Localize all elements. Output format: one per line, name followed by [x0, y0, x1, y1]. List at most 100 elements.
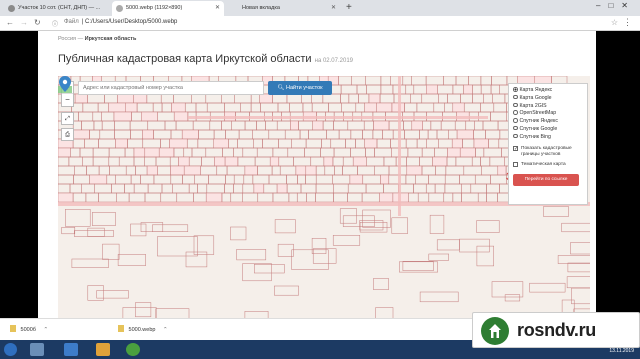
layer-option[interactable]: Спутник Google: [513, 125, 583, 134]
start-button[interactable]: [4, 343, 17, 356]
parcel: [296, 192, 307, 203]
parcel: [473, 129, 486, 140]
layer-option[interactable]: Спутник Яндекс: [513, 118, 583, 126]
thematic-checkbox[interactable]: Тематическая карта: [513, 161, 583, 168]
parcel: [254, 156, 271, 167]
parcel: [130, 223, 147, 237]
parcel: [243, 174, 254, 185]
parcel: [169, 156, 179, 167]
back-icon[interactable]: ←: [6, 18, 14, 27]
parcel: [158, 147, 175, 158]
parcel: [334, 165, 343, 176]
parcel: [197, 138, 215, 149]
layer-option[interactable]: OpenStreetMap: [513, 110, 583, 118]
clock[interactable]: 13.11.2019: [609, 348, 634, 354]
parcel: [101, 111, 115, 122]
parcel: [102, 243, 120, 260]
chevron-down-icon[interactable]: ⌃: [163, 327, 168, 333]
parcel: [221, 120, 232, 131]
parcel: [290, 120, 299, 131]
parcel: [566, 276, 590, 289]
browser-tab-active[interactable]: 5000.webp (1192×890) ✕: [112, 1, 224, 16]
parcel: [310, 156, 325, 167]
parcel: [365, 76, 382, 86]
parcel: [96, 290, 129, 299]
parcel: [113, 111, 132, 122]
page-title-text: Публичная кадастровая карта Иркутской об…: [58, 53, 312, 65]
browser-tab[interactable]: Участок 10 сот. (СНТ, ДНП) — ...: [4, 1, 108, 16]
parcel: [332, 156, 344, 167]
parcel: [543, 206, 569, 217]
parcel: [269, 156, 280, 167]
url-field[interactable]: Файл | C:/Users/User/Desktop/5000.webp: [64, 19, 177, 25]
parcel: [257, 165, 273, 176]
close-tab-icon[interactable]: ✕: [215, 4, 220, 11]
chrome-icon[interactable]: [126, 343, 140, 356]
parcel: [263, 183, 278, 194]
search-input[interactable]: [78, 81, 264, 95]
parcel: [452, 102, 465, 113]
parcel: [388, 120, 404, 131]
parcel: [262, 138, 279, 149]
parcel: [224, 102, 241, 113]
parcel: [416, 102, 435, 113]
parcel: [81, 120, 95, 131]
ie-icon[interactable]: [64, 343, 78, 356]
page-content: Россия — Иркутская область Публичная кад…: [38, 31, 596, 318]
link-button[interactable]: Перейти по ссылке: [513, 173, 579, 186]
close-tab-icon[interactable]: ✕: [331, 4, 336, 11]
road: [188, 116, 488, 119]
parcel: [116, 192, 130, 203]
parcel: [108, 147, 126, 158]
parcel: [461, 192, 479, 203]
parcel: [357, 165, 375, 176]
parcel: [359, 220, 384, 231]
parcel: [426, 183, 436, 194]
reload-icon[interactable]: ↻: [34, 18, 41, 27]
parcel: [374, 147, 392, 158]
layer-option[interactable]: Спутник Bing: [513, 133, 583, 142]
breadcrumb-root[interactable]: Россия: [58, 36, 76, 42]
parcel: [109, 165, 127, 176]
parcel: [443, 192, 454, 203]
info-icon[interactable]: ⓘ: [52, 19, 58, 28]
layer-option[interactable]: Карта Яндекс: [513, 87, 583, 95]
ruler-icon[interactable]: ⤢: [61, 112, 74, 125]
print-icon[interactable]: ⎙: [61, 128, 74, 141]
borders-checkbox[interactable]: ✓ Показать кадастровые границы участков: [513, 145, 583, 158]
find-parcel-button[interactable]: 🔍︎ Найти участок: [268, 81, 332, 95]
radio-icon: [513, 118, 518, 123]
bookmark-star-icon[interactable]: ☆: [611, 18, 618, 27]
parcel: [183, 165, 201, 176]
layer-option[interactable]: Карта Google: [513, 94, 583, 103]
parcel: [191, 147, 207, 158]
parcel: [193, 235, 215, 255]
parcel: [272, 192, 290, 203]
parcel: [322, 120, 334, 131]
parcel: [476, 220, 500, 233]
folder-icon[interactable]: [96, 343, 110, 356]
download-item[interactable]: 5000б ⌃: [10, 325, 48, 333]
window-controls[interactable]: –□✕: [596, 1, 636, 10]
forward-icon[interactable]: →: [20, 18, 28, 27]
parcel: [356, 84, 367, 95]
parcel: [301, 93, 312, 104]
zoom-out-button[interactable]: −: [62, 94, 73, 106]
parcel: [421, 165, 436, 176]
map-pin-icon[interactable]: [58, 76, 72, 94]
download-item[interactable]: 5000.webp ⌃: [118, 325, 168, 333]
parcel: [411, 76, 427, 86]
cadastral-map[interactable]: + − ⤢ ⎙ 🔍︎ Найти участок 38 Карта Яндекс…: [58, 76, 590, 318]
parcel: [86, 165, 100, 176]
parcel: [415, 174, 429, 185]
explorer-icon[interactable]: [30, 343, 44, 356]
parcel: [286, 174, 298, 185]
parcel: [98, 165, 110, 176]
parcel: [460, 93, 473, 104]
browser-tab[interactable]: Новая вкладка ✕: [228, 1, 340, 16]
menu-icon[interactable]: ⋮: [623, 17, 632, 28]
parcel: [330, 84, 342, 95]
chevron-down-icon[interactable]: ⌃: [43, 327, 48, 333]
layer-option[interactable]: Карта 2GIS: [513, 102, 583, 111]
new-tab-icon[interactable]: +: [346, 2, 352, 13]
